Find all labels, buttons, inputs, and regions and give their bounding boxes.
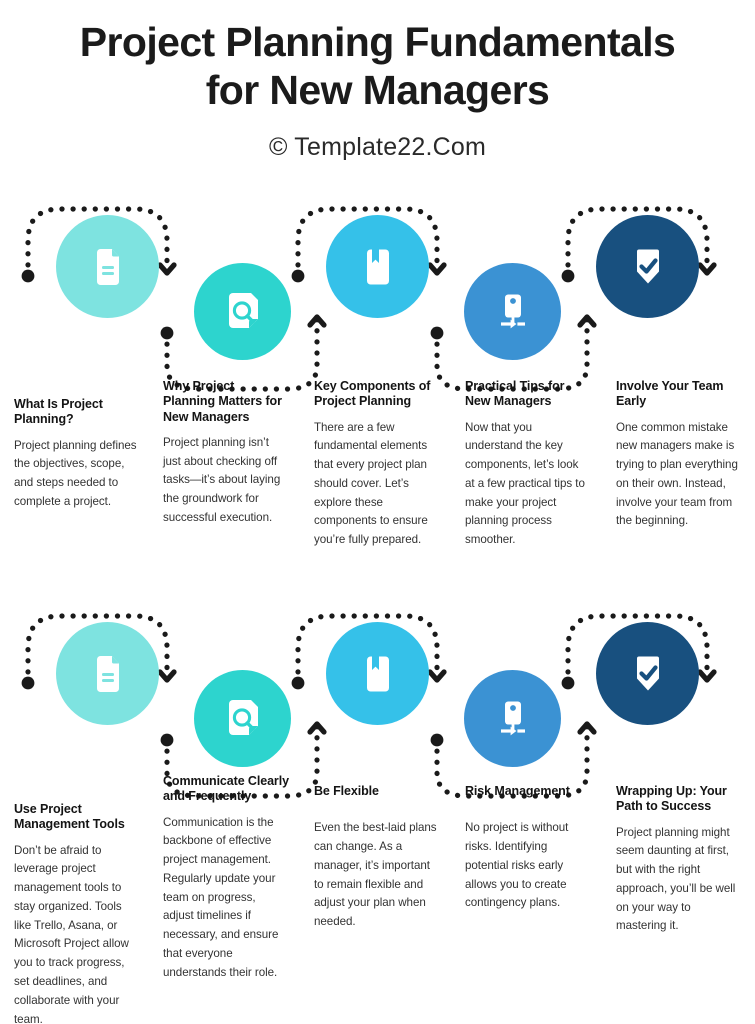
cards-row-1: What Is Project Planning? Project planni… [0,379,755,550]
flow-start-dot [561,269,575,283]
card-body: Don’t be afraid to leverage project mana… [14,843,129,1024]
card-body: One common mistake new managers make is … [616,420,738,528]
step-circle-1[interactable] [56,215,159,318]
card-title: What Is Project Planning? [14,397,103,427]
card-title: Risk Management [465,784,570,798]
document-icon [88,247,128,287]
arrow-down-icon [427,669,447,683]
flow-mid-dot [430,326,444,340]
flow-row-2 [0,600,755,800]
document-search-icon [222,698,264,740]
shield-check-icon [628,654,668,694]
bookmark-book-icon [358,247,398,287]
card-title: Practical Tips for New Managers [465,379,565,409]
card-r2-5: Wrapping Up: Your Path to Success Projec… [604,784,755,1024]
card-title: Why Project Planning Matters for New Man… [163,379,282,424]
arrow-up-icon [577,314,597,328]
card-body: Project planning isn’t just about checki… [163,435,281,524]
flow-start-dot [21,676,35,690]
flow-mid-dot [160,733,174,747]
page-title-line-2: for New Managers [205,67,550,114]
card-body: There are a few fundamental elements tha… [314,420,428,547]
step-circle-5[interactable] [596,215,699,318]
card-r2-1: Use Project Management Tools Don’t be af… [0,802,151,1024]
org-chart-icon [493,292,533,332]
page-title: Project Planning Fundamentals for New Ma… [0,18,755,115]
card-r2-4: Risk Management No project is without ri… [453,784,604,1024]
arrow-down-icon [157,669,177,683]
card-r1-1: What Is Project Planning? Project planni… [0,397,151,550]
step-circle-10[interactable] [596,622,699,725]
arrow-down-icon [697,669,717,683]
step-circle-4[interactable] [464,263,561,360]
arrow-down-icon [697,262,717,276]
card-r1-4: Practical Tips for New Managers Now that… [453,379,604,550]
org-chart-icon [493,699,533,739]
flow-mid-dot [430,733,444,747]
step-circle-6[interactable] [56,622,159,725]
card-title: Communicate Clearly and Frequently [163,774,289,804]
card-title: Use Project Management Tools [14,802,125,832]
infographic-page: Project Planning Fundamentals for New Ma… [0,0,755,1024]
arrow-up-icon [307,721,327,735]
arrow-down-icon [157,262,177,276]
shield-check-icon [628,247,668,287]
document-search-icon [222,291,264,333]
step-circle-3[interactable] [326,215,429,318]
flow-start-dot [561,676,575,690]
document-icon [88,654,128,694]
card-title: Key Components of Project Planning [314,379,431,409]
card-r2-3: Be Flexible Even the best-laid plans can… [302,784,453,1024]
arrow-up-icon [307,314,327,328]
card-body: Communication is the backbone of effecti… [163,815,279,979]
arrow-up-icon [577,721,597,735]
card-body: Even the best-laid plans can change. As … [314,821,437,929]
page-title-line-1: Project Planning Fundamentals [79,19,676,65]
card-title: Wrapping Up: Your Path to Success [616,784,727,814]
flow-mid-dot [160,326,174,340]
header: Project Planning Fundamentals for New Ma… [0,18,755,162]
flow-start-dot [291,269,305,283]
card-r1-3: Key Components of Project Planning There… [302,379,453,550]
arrow-down-icon [427,262,447,276]
card-body: No project is without risks. Identifying… [465,821,569,910]
step-circle-8[interactable] [326,622,429,725]
flow-start-dot [21,269,35,283]
card-r1-5: Involve Your Team Early One common mista… [604,379,755,550]
flow-start-dot [291,676,305,690]
step-circle-9[interactable] [464,670,561,767]
credit-line: © Template22.Com [268,132,487,161]
card-title: Be Flexible [314,784,379,798]
card-title: Involve Your Team Early [616,379,724,409]
card-r1-2: Why Project Planning Matters for New Man… [151,379,302,550]
card-body: Project planning might seem daunting at … [616,825,736,933]
bookmark-book-icon [358,654,398,694]
card-r2-2: Communicate Clearly and Frequently Commu… [151,774,302,1024]
flow-row-1 [0,193,755,393]
step-circle-2[interactable] [194,263,291,360]
card-body: Project planning defines the objectives,… [14,438,137,508]
card-body: Now that you understand the key componen… [465,420,585,547]
cards-row-2: Use Project Management Tools Don’t be af… [0,774,755,1024]
step-circle-7[interactable] [194,670,291,767]
